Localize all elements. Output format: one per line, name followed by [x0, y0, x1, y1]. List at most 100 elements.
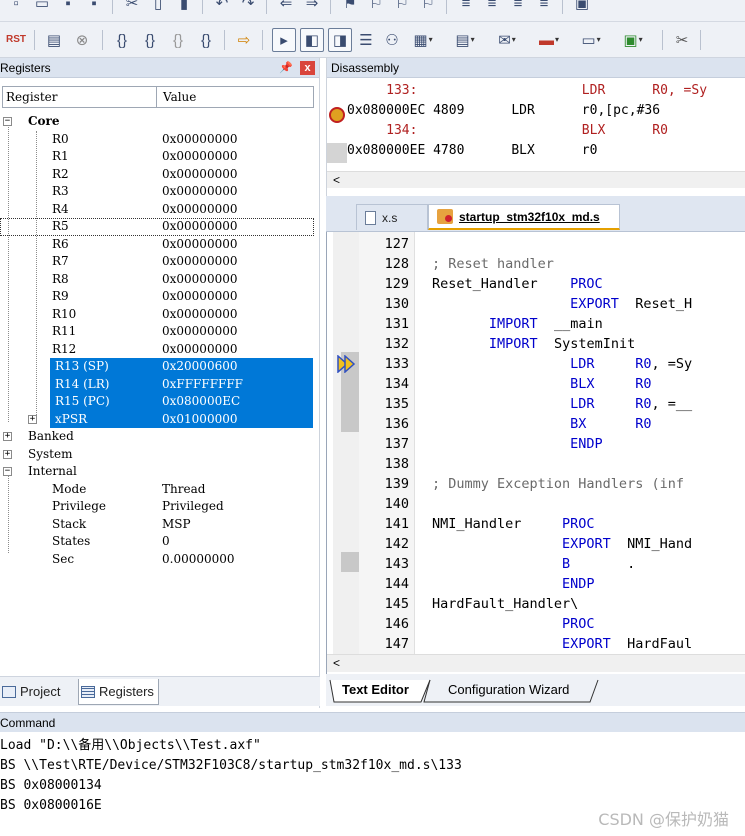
indent-icon[interactable]: ≡ [454, 0, 478, 14]
serial-window-dropdown-icon[interactable]: ✉ [490, 28, 524, 52]
step-over-icon[interactable]: {} [138, 28, 162, 52]
code-line[interactable]: 147 EXPORT HardFaul [327, 634, 745, 654]
disassembly-source-line[interactable]: 134: BLX R0 [347, 121, 668, 141]
register-row-r9[interactable]: R9 0x00000000 [0, 288, 314, 306]
register-row-r4[interactable]: R4 0x00000000 [0, 201, 314, 219]
internal-row-stack[interactable]: Stack MSP [0, 516, 314, 534]
toolbox-icon[interactable]: ✂ [670, 28, 694, 52]
register-row-r2[interactable]: R2 0x00000000 [0, 166, 314, 184]
find-in-files-icon[interactable]: ▣ [570, 0, 594, 14]
disassembly-view[interactable]: 133: LDR R0, =Sy 0x080000EC 4809 LDR r0,[… [327, 79, 745, 171]
tree-node-system[interactable]: + System [0, 446, 314, 464]
register-row-r10[interactable]: R10 0x00000000 [0, 306, 314, 324]
tab-configuration-wizard[interactable]: Configuration Wizard [448, 678, 569, 702]
save-all-icon[interactable]: ▪ [82, 0, 106, 14]
watch-window-dropdown-icon[interactable]: ▦ [406, 28, 440, 52]
code-line[interactable]: 139 ; Dummy Exception Handlers (inf [327, 474, 745, 494]
undo-icon[interactable]: ↶ [210, 0, 234, 14]
code-line[interactable]: 142 EXPORT NMI_Hand [327, 534, 745, 554]
code-line[interactable]: 140 [327, 494, 745, 514]
disassembly-horizontal-scrollbar[interactable]: < [327, 171, 745, 188]
copy-icon[interactable]: ▯ [146, 0, 170, 14]
code-line[interactable]: 128 ; Reset handler [327, 254, 745, 274]
bookmark-icon[interactable]: ⚑ [338, 0, 362, 14]
code-line[interactable]: 130 EXPORT Reset_H [327, 294, 745, 314]
code-line[interactable]: 138 [327, 454, 745, 474]
code-line[interactable]: 135 LDR R0, =__ [327, 394, 745, 414]
internal-row-privilege[interactable]: Privilege Privileged [0, 498, 314, 516]
tab-project[interactable]: Project [0, 679, 64, 705]
disassembly-instruction-line[interactable]: 0x080000EE 4780 BLX r0 [347, 141, 597, 161]
pin-icon[interactable]: 📌 [279, 58, 293, 78]
register-column-header[interactable]: Register [6, 90, 57, 104]
code-line[interactable]: 133 LDR R0, =Sy [327, 354, 745, 374]
register-row-r15[interactable]: R15 (PC) 0x080000EC [50, 393, 313, 411]
register-row-xpsr[interactable]: xPSR 0x01000000 + [28, 410, 313, 428]
step-out-icon[interactable]: {} [166, 28, 190, 52]
code-line[interactable]: 134 BLX R0 [327, 374, 745, 394]
column-divider[interactable] [156, 87, 157, 107]
new-file-icon[interactable]: ▫ [4, 0, 28, 14]
run-icon[interactable]: ▤ [42, 28, 66, 52]
comment-icon[interactable]: ≡ [506, 0, 530, 14]
register-row-r7[interactable]: R7 0x00000000 [0, 253, 314, 271]
disassembly-source-line[interactable]: 133: LDR R0, =Sy [347, 81, 707, 101]
register-row-r0[interactable]: R0 0x00000000 [0, 131, 314, 149]
code-line[interactable]: 144 ENDP [327, 574, 745, 594]
scroll-left-icon[interactable]: < [333, 172, 340, 188]
code-line[interactable]: 131 IMPORT __main [327, 314, 745, 334]
tree-node-internal[interactable]: − Internal [0, 463, 314, 481]
open-folder-icon[interactable]: ▭ [30, 0, 54, 14]
expand-icon[interactable]: + [3, 449, 12, 459]
analysis-window-dropdown-icon[interactable]: ▬ [532, 28, 566, 52]
expand-icon[interactable]: + [3, 432, 12, 441]
close-icon[interactable]: x [300, 61, 315, 75]
internal-row-mode[interactable]: Mode Thread [0, 481, 314, 499]
clear-bookmarks-icon[interactable]: ⚐ [416, 0, 440, 14]
symbols-window-icon[interactable]: ◨ [328, 28, 352, 52]
cut-icon[interactable]: ✂ [120, 0, 144, 14]
tree-node-core[interactable]: − Core [0, 113, 314, 131]
code-line[interactable]: 136 BX R0 [327, 414, 745, 434]
reset-cpu-icon[interactable]: RST [4, 28, 28, 52]
paste-icon[interactable]: ▮ [172, 0, 196, 14]
code-line[interactable]: 146 PROC [327, 614, 745, 634]
register-row-r6[interactable]: R6 0x00000000 [0, 236, 314, 254]
register-row-r12[interactable]: R12 0x00000000 [0, 341, 314, 359]
register-row-r3[interactable]: R3 0x00000000 [0, 183, 314, 201]
disassembly-window-icon[interactable]: ◧ [300, 28, 324, 52]
code-editor[interactable]: 127 128 ; Reset handler 129 Reset_Handler PR… [326, 232, 745, 674]
next-bookmark-icon[interactable]: ⚐ [390, 0, 414, 14]
nav-forward-icon[interactable]: ⇒ [300, 0, 324, 14]
prev-bookmark-icon[interactable]: ⚐ [364, 0, 388, 14]
internal-row-sec[interactable]: Sec 0.00000000 [0, 551, 314, 569]
disassembly-instruction-line[interactable]: 0x080000EC 4809 LDR r0,[pc,#36 [347, 101, 660, 121]
nav-back-icon[interactable]: ⇐ [274, 0, 298, 14]
trace-window-dropdown-icon[interactable]: ▭ [574, 28, 608, 52]
save-icon[interactable]: ▪ [56, 0, 80, 14]
call-stack-window-icon[interactable]: ⚇ [380, 28, 404, 52]
registers-window-icon[interactable]: ☰ [354, 28, 378, 52]
code-line[interactable]: 132 IMPORT SystemInit [327, 334, 745, 354]
value-column-header[interactable]: Value [163, 90, 196, 104]
run-to-cursor-icon[interactable]: {} [194, 28, 218, 52]
tab-x-s[interactable]: x.s [356, 204, 428, 230]
register-row-r1[interactable]: R1 0x00000000 [0, 148, 314, 166]
editor-horizontal-scrollbar[interactable]: < [327, 654, 745, 672]
unindent-icon[interactable]: ≡ [480, 0, 504, 14]
step-into-icon[interactable]: {} [110, 28, 134, 52]
command-window-icon[interactable]: ▸ [272, 28, 296, 52]
uncomment-icon[interactable]: ≡ [532, 0, 556, 14]
code-line[interactable]: 143 B . [327, 554, 745, 574]
scroll-left-icon[interactable]: < [333, 655, 340, 672]
code-line[interactable]: 129 Reset_Handler PROC [327, 274, 745, 294]
stop-icon[interactable]: ⊗ [70, 28, 94, 52]
tab-startup-file[interactable]: startup_stm32f10x_md.s [428, 204, 620, 230]
tree-node-banked[interactable]: + Banked [0, 428, 314, 446]
register-row-r8[interactable]: R8 0x00000000 [0, 271, 314, 289]
show-next-statement-icon[interactable]: ⇨ [232, 28, 256, 52]
register-row-r13[interactable]: R13 (SP) 0x20000600 [50, 358, 313, 376]
code-line[interactable]: 137 ENDP [327, 434, 745, 454]
code-line[interactable]: 145 HardFault_Handler\ [327, 594, 745, 614]
redo-icon[interactable]: ↷ [236, 0, 260, 14]
